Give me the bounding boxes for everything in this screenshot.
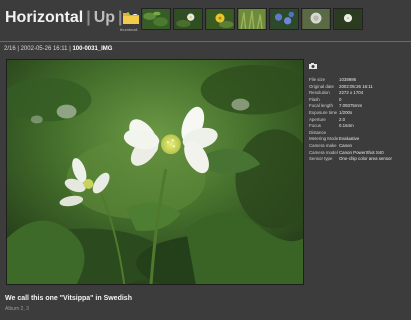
exif-key: Camera make — [309, 142, 337, 148]
thumbnail-6[interactable] — [301, 8, 331, 30]
thumbnail-4[interactable] — [237, 8, 267, 30]
exif-key: Resolution — [309, 90, 330, 96]
exif-value: 2.0 — [339, 116, 346, 122]
title-bar: Horizontal | Up | 2 — [5, 9, 139, 27]
header: Horizontal | Up | 2 thumbnail — [0, 0, 411, 40]
up-link[interactable]: Up — [94, 9, 115, 27]
thumbnail-3[interactable] — [205, 8, 235, 30]
thumbnail-2[interactable] — [173, 8, 203, 30]
photo-subcaption: Album 2, 3 — [5, 306, 29, 312]
exif-key: Camera model — [309, 149, 338, 155]
exif-key: Flash — [309, 96, 320, 102]
exif-key: Aperture — [309, 116, 326, 122]
separator: | — [86, 9, 91, 26]
thumbnail-1[interactable] — [141, 8, 171, 30]
exif-value: 7.09375mm — [339, 103, 363, 109]
exif-row: File size 1038986 — [309, 77, 409, 84]
separator: | — [118, 9, 123, 26]
image-info: 2/16 | 2002-05-26 16:11 | 100-0031_IMG — [4, 46, 112, 52]
exif-value: Canon — [339, 142, 352, 148]
exif-key: Focal length — [309, 103, 333, 109]
exif-row: Sensor type One-chip color area sensor — [309, 156, 409, 163]
exif-row: Camera model Canon PowerShot S40 — [309, 150, 409, 157]
thumbnail-strip — [141, 8, 363, 30]
exif-value: 2002:05:26 16:11 — [339, 83, 373, 89]
exif-key: Metering Mode — [309, 136, 339, 142]
thumbnail-5[interactable] — [269, 8, 299, 30]
exif-table: File size 1038986 Original date 2002:05:26 … — [309, 77, 409, 163]
camera-icon — [309, 63, 317, 69]
exif-value: 2272 x 1704 — [339, 90, 364, 96]
gallery-page: Horizontal | Up | 2 thumbnail — [0, 0, 411, 320]
exif-row: Metering Mode Evaluative — [309, 136, 409, 143]
photo-caption: We call this one "Vitsippa" in Swedish — [5, 295, 132, 302]
folder-icon[interactable] — [123, 11, 139, 24]
divider — [0, 41, 411, 42]
exif-key: Exposure time — [309, 109, 338, 115]
exif-value: Evaluative — [339, 136, 360, 142]
exif-value: 1038986 — [339, 77, 357, 82]
exif-value: One-chip color area sensor — [339, 156, 392, 162]
exif-key: Focus Distance — [309, 123, 327, 135]
exif-value: 0 — [339, 96, 342, 102]
image-filename: 100-0031_IMG — [72, 46, 113, 52]
folder-caption: thumbnail — [120, 27, 138, 32]
exif-row: Aperture 2.0 — [309, 117, 409, 124]
page-title: Horizontal — [5, 9, 84, 26]
exif-row: Focus Distance 0.164m — [309, 123, 409, 136]
image-datetime: 2002-05-26 16:11 — [20, 46, 68, 52]
exif-row: Resolution 2272 x 1704 — [309, 90, 409, 97]
exif-panel: File size 1038986 Original date 2002:05:26 … — [309, 59, 409, 163]
exif-row: Original date 2002:05:26 16:11 — [309, 84, 409, 91]
exif-value: Canon PowerShot S40 — [339, 149, 384, 155]
exif-key: Original date — [309, 83, 334, 89]
exif-key: File size — [309, 77, 326, 82]
image-index: 2/16 — [4, 46, 16, 52]
exif-row: Camera make Canon — [309, 143, 409, 150]
main-photo[interactable] — [6, 59, 304, 285]
exif-value: 1/200s — [339, 109, 353, 115]
exif-value: 0.164m — [339, 123, 354, 129]
exif-key: Sensor type — [309, 156, 333, 162]
exif-row: Exposure time 1/200s — [309, 110, 409, 117]
exif-row: Flash 0 — [309, 97, 409, 104]
thumbnail-7[interactable] — [333, 8, 363, 30]
exif-row: Focal length 7.09375mm — [309, 103, 409, 110]
